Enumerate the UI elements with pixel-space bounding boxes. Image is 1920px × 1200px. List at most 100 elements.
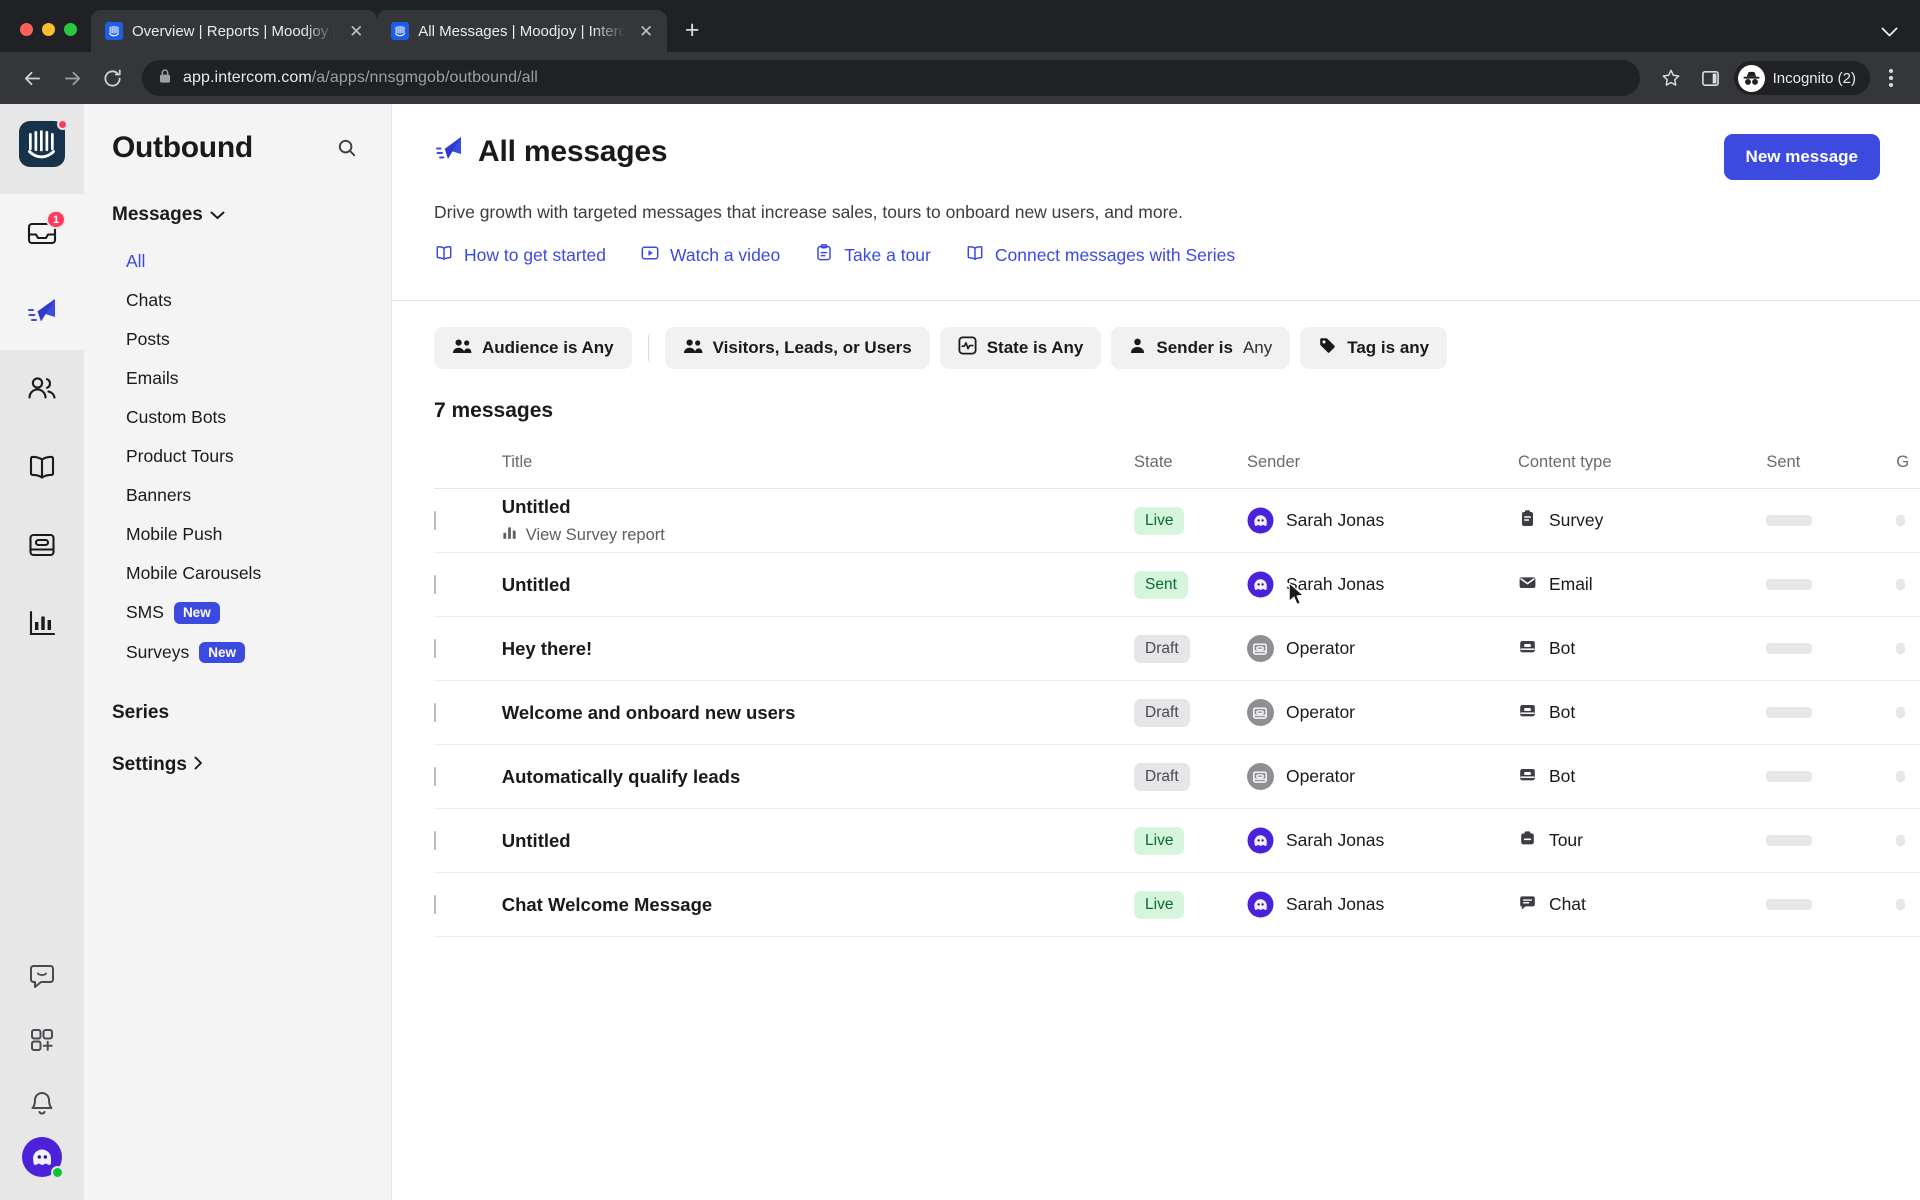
sidebar-item-label: Series bbox=[112, 702, 170, 724]
messages-table: Title State Sender Content type Sent G U… bbox=[434, 445, 1920, 937]
reload-icon[interactable] bbox=[94, 60, 130, 96]
row-title-cell: Hey there! bbox=[501, 616, 1135, 681]
th-title: Title bbox=[501, 445, 1135, 489]
row-checkbox[interactable] bbox=[434, 510, 436, 530]
address-bar[interactable]: app.intercom.com/a/apps/nnsgmgob/outboun… bbox=[142, 60, 1640, 96]
row-checkbox[interactable] bbox=[434, 638, 436, 658]
sidebar-item-custom-bots[interactable]: Custom Bots bbox=[84, 398, 391, 437]
star-icon[interactable] bbox=[1654, 61, 1688, 95]
minimize-window-button[interactable] bbox=[42, 23, 55, 36]
table-row[interactable]: Untitled Sent Sarah Jonas Email bbox=[434, 552, 1920, 617]
current-user-avatar[interactable] bbox=[21, 1136, 64, 1179]
rail-item-inbox[interactable]: 1 bbox=[0, 194, 84, 272]
browser-tab-2-close-icon[interactable]: ✕ bbox=[635, 20, 657, 42]
row-state-cell: Draft bbox=[1134, 616, 1247, 681]
table-row[interactable]: Welcome and onboard new users Draft Oper… bbox=[434, 680, 1920, 745]
filter-audience[interactable]: Audience is Any bbox=[434, 327, 632, 369]
row-content-type: Bot bbox=[1548, 702, 1576, 722]
rail-item-messenger[interactable] bbox=[0, 944, 84, 1008]
row-goal-cell bbox=[1896, 552, 1920, 617]
sidebar-item-sms[interactable]: SMS New bbox=[84, 593, 391, 633]
row-checkbox[interactable] bbox=[434, 894, 436, 914]
browser-tab-1[interactable]: Overview | Reports | Moodjoy | ✕ bbox=[91, 10, 378, 52]
sidebar-item-emails[interactable]: Emails bbox=[84, 359, 391, 398]
quick-link-take-a-tour[interactable]: Take a tour bbox=[814, 243, 931, 268]
maximize-window-button[interactable] bbox=[64, 23, 77, 36]
rail-item-apps-add[interactable] bbox=[0, 1008, 84, 1072]
filter-sender[interactable]: Sender is Any bbox=[1111, 327, 1291, 369]
sidebar-item-posts[interactable]: Posts bbox=[84, 320, 391, 359]
sidebar-item-surveys[interactable]: Surveys New bbox=[84, 633, 391, 673]
sidebar-item-series[interactable]: Series bbox=[84, 702, 391, 724]
survey-icon bbox=[1518, 509, 1537, 533]
new-message-button[interactable]: New message bbox=[1723, 134, 1880, 180]
row-select-cell bbox=[434, 744, 502, 809]
th-content-type: Content type bbox=[1517, 445, 1767, 489]
table-row[interactable]: Untitled View Survey report Live Sarah J… bbox=[434, 488, 1920, 553]
table-row[interactable]: Chat Welcome Message Live Sarah Jonas Ch… bbox=[434, 872, 1920, 937]
search-icon[interactable] bbox=[327, 128, 367, 168]
profile-incognito-chip[interactable]: Incognito (2) bbox=[1733, 61, 1870, 95]
rail-item-outbound[interactable] bbox=[0, 272, 84, 350]
rail-item-articles[interactable] bbox=[0, 428, 84, 506]
goal-placeholder bbox=[1896, 835, 1906, 846]
table-row[interactable]: Untitled Live Sarah Jonas Tour bbox=[434, 808, 1920, 873]
sidebar-item-mobile-push[interactable]: Mobile Push bbox=[84, 515, 391, 554]
avatar bbox=[1247, 891, 1274, 918]
row-subtitle-link[interactable]: View Survey report bbox=[502, 525, 1134, 545]
intercom-logo[interactable] bbox=[19, 119, 68, 172]
quick-link-how-to-get-started[interactable]: How to get started bbox=[434, 243, 606, 268]
address-bar-url: app.intercom.com/a/apps/nnsgmgob/outboun… bbox=[183, 69, 538, 87]
new-tab-button[interactable]: + bbox=[675, 13, 709, 47]
row-checkbox[interactable] bbox=[434, 702, 436, 722]
sidebar-item-product-tours[interactable]: Product Tours bbox=[84, 437, 391, 476]
filter-label: Tag is any bbox=[1347, 338, 1430, 357]
filter-state[interactable]: State is Any bbox=[939, 327, 1102, 369]
close-window-button[interactable] bbox=[20, 23, 33, 36]
filter-bar: Audience is Any Visitors, Leads, or User… bbox=[392, 300, 1920, 369]
sidebar-item-chats[interactable]: Chats bbox=[84, 281, 391, 320]
kebab-menu-icon[interactable] bbox=[1876, 69, 1906, 87]
row-checkbox[interactable] bbox=[434, 766, 436, 786]
browser-window: Overview | Reports | Moodjoy | ✕ All Mes… bbox=[0, 0, 1920, 1200]
sidebar-section-messages[interactable]: Messages bbox=[84, 204, 391, 226]
rail-item-bots[interactable] bbox=[0, 506, 84, 584]
rail-item-reports[interactable] bbox=[0, 584, 84, 662]
row-checkbox[interactable] bbox=[434, 830, 436, 850]
browser-tab-2[interactable]: All Messages | Moodjoy | Interc ✕ bbox=[377, 10, 668, 52]
filter-audience-type[interactable]: Visitors, Leads, or Users bbox=[664, 327, 930, 369]
avatar bbox=[1246, 699, 1274, 726]
back-arrow-icon[interactable] bbox=[14, 60, 50, 96]
tab-list-chevron-down-icon[interactable] bbox=[1881, 25, 1898, 43]
row-checkbox[interactable] bbox=[434, 574, 436, 594]
rail-item-contacts[interactable] bbox=[0, 350, 84, 428]
status-badge: Sent bbox=[1134, 570, 1188, 599]
row-goal-cell bbox=[1896, 808, 1920, 873]
sidebar-item-mobile-carousels[interactable]: Mobile Carousels bbox=[84, 554, 391, 593]
row-select-cell bbox=[434, 552, 502, 617]
side-panel-icon[interactable] bbox=[1694, 61, 1728, 95]
sent-placeholder bbox=[1766, 707, 1813, 718]
table-row[interactable]: Hey there! Draft Operator Bot bbox=[434, 616, 1920, 681]
sidebar-item-banners[interactable]: Banners bbox=[84, 476, 391, 515]
inbox-unread-badge: 1 bbox=[46, 210, 67, 229]
row-sender-cell: Operator bbox=[1246, 616, 1518, 681]
row-title: Hey there! bbox=[501, 637, 593, 659]
forward-arrow-icon[interactable] bbox=[54, 60, 90, 96]
people-icon bbox=[452, 338, 472, 359]
row-content-type-cell: Bot bbox=[1517, 680, 1767, 745]
table-row[interactable]: Automatically qualify leads Draft Operat… bbox=[434, 744, 1920, 809]
row-sender-name: Sarah Jonas bbox=[1285, 510, 1385, 530]
avatar bbox=[1247, 507, 1274, 534]
sidebar-item-label: Emails bbox=[126, 368, 179, 388]
row-sender-name: Sarah Jonas bbox=[1285, 830, 1385, 850]
rail-item-notifications[interactable] bbox=[0, 1072, 84, 1136]
quick-link-connect-messages-with-series[interactable]: Connect messages with Series bbox=[965, 243, 1235, 268]
quick-link-watch-a-video[interactable]: Watch a video bbox=[640, 243, 780, 268]
sidebar-item-all[interactable]: All bbox=[84, 242, 391, 281]
row-sent-cell bbox=[1766, 552, 1897, 617]
sidebar-item-settings[interactable]: Settings bbox=[84, 754, 391, 776]
row-content-type: Tour bbox=[1548, 830, 1583, 850]
filter-tag[interactable]: Tag is any bbox=[1300, 327, 1448, 369]
browser-tab-1-close-icon[interactable]: ✕ bbox=[345, 20, 367, 42]
